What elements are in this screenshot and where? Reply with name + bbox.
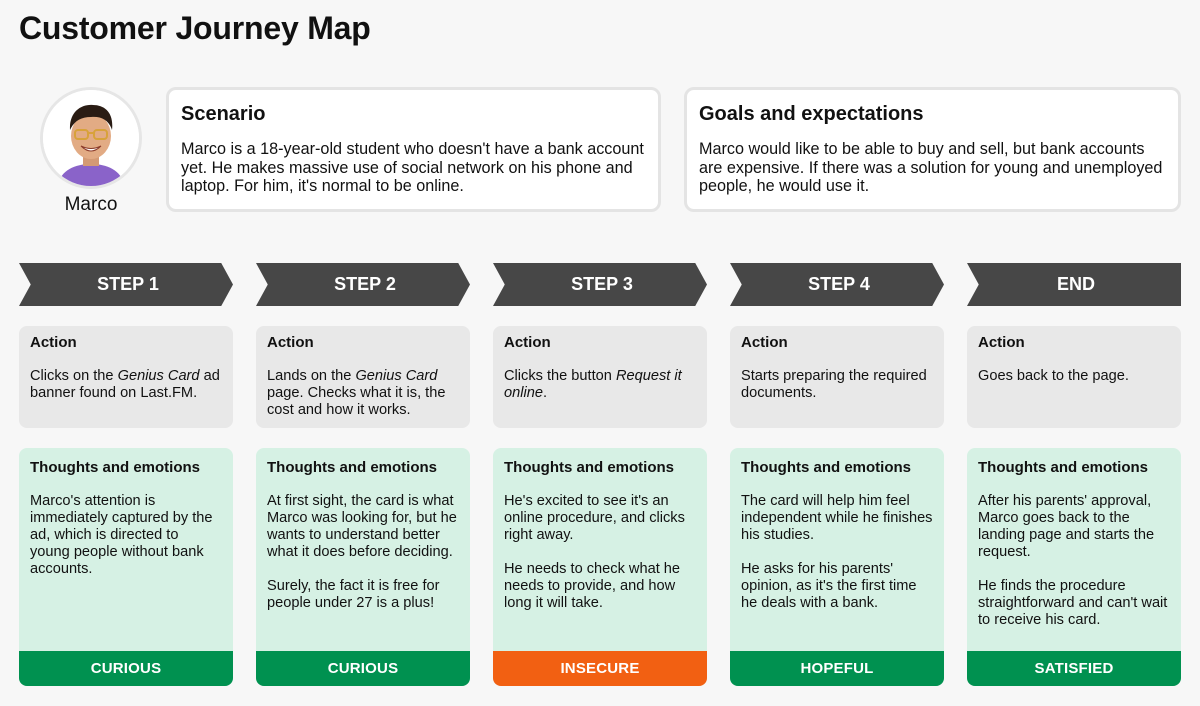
action-box: Action Lands on the Genius Card page. Ch…	[256, 326, 470, 428]
action-title: Action	[504, 334, 551, 351]
thoughts-box: Thoughts and emotions At first sight, th…	[256, 448, 470, 686]
thoughts-text: After his parents' approval, Marco goes …	[978, 493, 1168, 628]
action-text: Lands on the Genius Card page. Checks wh…	[267, 368, 446, 418]
action-text: Goes back to the page.	[978, 368, 1129, 384]
persona: Marco	[40, 87, 142, 216]
journey-column: STEP 4 Action Starts preparing the requi…	[730, 263, 944, 686]
step-header: STEP 2	[256, 263, 470, 306]
page-title: Customer Journey Map	[19, 10, 371, 46]
action-box: Action Goes back to the page.	[967, 326, 1181, 428]
step-header: STEP 3	[493, 263, 707, 306]
thoughts-box: Thoughts and emotions Marco's attention …	[19, 448, 233, 686]
action-title: Action	[741, 334, 788, 351]
emotion-badge: SATISFIED	[967, 651, 1181, 686]
action-text: Clicks on the Genius Card ad banner foun…	[30, 368, 220, 401]
thoughts-title: Thoughts and emotions	[504, 459, 674, 476]
emotion-badge: HOPEFUL	[730, 651, 944, 686]
step-header: END	[967, 263, 1181, 306]
journey-column: STEP 2 Action Lands on the Genius Card p…	[256, 263, 470, 686]
thoughts-text: He's excited to see it's an online proce…	[504, 493, 685, 611]
journey-column: STEP 1 Action Clicks on the Genius Card …	[19, 263, 233, 686]
thoughts-box: Thoughts and emotions After his parents'…	[967, 448, 1181, 686]
action-box: Action Starts preparing the required doc…	[730, 326, 944, 428]
thoughts-title: Thoughts and emotions	[741, 459, 911, 476]
avatar	[40, 87, 142, 189]
emotion-badge: CURIOUS	[256, 651, 470, 686]
step-header: STEP 1	[19, 263, 233, 306]
thoughts-title: Thoughts and emotions	[267, 459, 437, 476]
goals-card: Goals and expectations Marco would like …	[684, 87, 1181, 212]
emotion-badge: CURIOUS	[19, 651, 233, 686]
thoughts-title: Thoughts and emotions	[30, 459, 200, 476]
thoughts-text: Marco's attention is immediately capture…	[30, 493, 213, 577]
thoughts-box: Thoughts and emotions He's excited to se…	[493, 448, 707, 686]
action-title: Action	[978, 334, 1025, 351]
action-box: Action Clicks the button Request it onli…	[493, 326, 707, 428]
journey-column: END Action Goes back to the page. Though…	[967, 263, 1181, 686]
thoughts-text: The card will help him feel independent …	[741, 493, 933, 611]
emotion-badge: INSECURE	[493, 651, 707, 686]
persona-name: Marco	[64, 194, 118, 215]
action-title: Action	[267, 334, 314, 351]
scenario-title: Scenario	[181, 103, 266, 125]
goals-text: Marco would like to be able to buy and s…	[699, 140, 1163, 195]
scenario-text: Marco is a 18-year-old student who doesn…	[181, 140, 644, 195]
action-text: Clicks the button Request it online.	[504, 368, 682, 401]
action-box: Action Clicks on the Genius Card ad bann…	[19, 326, 233, 428]
scenario-card: Scenario Marco is a 18-year-old student …	[166, 87, 661, 212]
journey-column: STEP 3 Action Clicks the button Request …	[493, 263, 707, 686]
thoughts-text: At first sight, the card is what Marco w…	[267, 493, 457, 611]
step-header: STEP 4	[730, 263, 944, 306]
action-text: Starts preparing the required documents.	[741, 368, 927, 401]
person-portrait-icon	[43, 90, 139, 186]
action-title: Action	[30, 334, 77, 351]
thoughts-title: Thoughts and emotions	[978, 459, 1148, 476]
thoughts-box: Thoughts and emotions The card will help…	[730, 448, 944, 686]
goals-title: Goals and expectations	[699, 103, 924, 125]
